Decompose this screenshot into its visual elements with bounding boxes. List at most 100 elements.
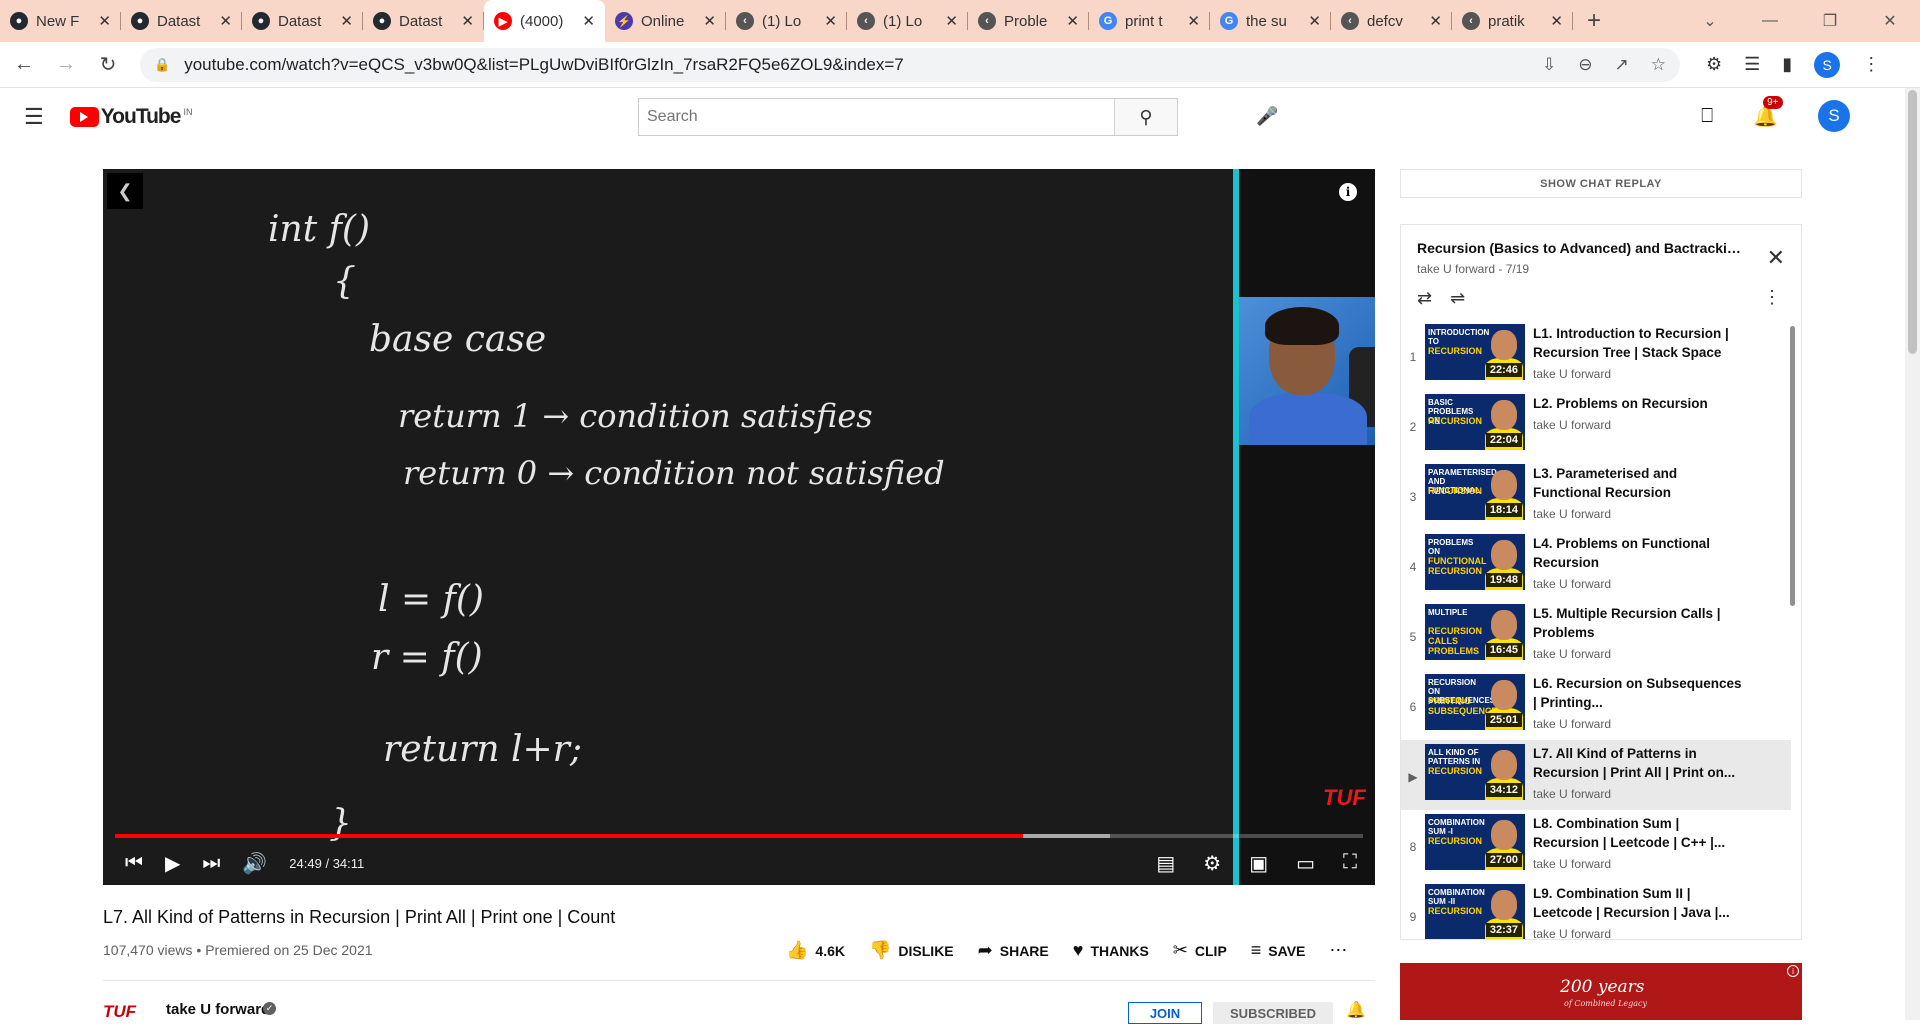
video-thumbnail[interactable]: INTRODUCTION TO RECURSION 22:46 xyxy=(1425,324,1525,380)
playlist-item[interactable]: 6 RECURSION ON SUBSEQUENCES PRINTING SUBSE… xyxy=(1401,670,1801,740)
reading-list-icon[interactable]: ☰ xyxy=(1744,54,1760,75)
save-playlist-button[interactable]: ≡ SAVE xyxy=(1251,940,1306,961)
search-input[interactable] xyxy=(639,99,1114,135)
tab-close-icon[interactable]: ✕ xyxy=(98,12,111,30)
youtube-logo[interactable]: YouTube IN xyxy=(69,105,192,129)
playlist-item-title[interactable]: L6. Recursion on Subsequences | Printing… xyxy=(1533,674,1743,712)
video-thumbnail[interactable]: MULTIPLE RECURSION CALLS PROBLEMS 16:45 xyxy=(1425,604,1525,660)
share-button[interactable]: ➦ SHARE xyxy=(978,940,1049,961)
tab-close-icon[interactable]: ✕ xyxy=(945,12,958,30)
playlist-title[interactable]: Recursion (Basics to Advanced) and Bactr… xyxy=(1417,240,1747,256)
playlist-item[interactable]: ▶ ALL KIND OF PATTERNS IN RECURSION 34:12 L7… xyxy=(1401,740,1791,810)
tab-close-icon[interactable]: ✕ xyxy=(1066,12,1079,30)
new-tab-button[interactable]: + xyxy=(1573,0,1615,42)
playlist-scrollbar[interactable] xyxy=(1790,326,1795,606)
bookmark-star-icon[interactable]: ☆ xyxy=(1651,55,1666,75)
thumbs-up-button[interactable]: 👍 4.6K xyxy=(786,940,845,961)
playlist-item[interactable]: 4 PROBLEMS ON FUNCTIONAL RECURSION 19:48 L4.… xyxy=(1401,530,1801,600)
tab-close-icon[interactable]: ✕ xyxy=(340,12,353,30)
video-thumbnail[interactable]: ALL KIND OF PATTERNS IN RECURSION 34:12 xyxy=(1425,744,1525,800)
notifications-bell-icon[interactable]: 🔔 9+ xyxy=(1753,95,1783,129)
url-text[interactable]: youtube.com/watch?v=eQCS_v3bw0Q&list=PLg… xyxy=(184,55,1542,75)
show-chat-replay-button[interactable]: SHOW CHAT REPLAY xyxy=(1400,169,1802,198)
subtitles-icon[interactable]: ▤ xyxy=(1156,851,1175,876)
loop-icon[interactable]: ⇄ xyxy=(1417,288,1432,309)
playlist-item[interactable]: 2 BASIC PROBLEMS ON RECURSION 22:04 L2. Prob… xyxy=(1401,390,1801,460)
video-thumbnail[interactable]: PROBLEMS ON FUNCTIONAL RECURSION 19:48 xyxy=(1425,534,1525,590)
more-actions-icon[interactable]: ⋯ xyxy=(1329,940,1347,961)
browser-tab[interactable]: ⚡ Online ✕ xyxy=(605,0,726,42)
thanks-button[interactable]: ♥ THANKS xyxy=(1073,940,1149,961)
playlist-item[interactable]: 1 INTRODUCTION TO RECURSION 22:46 L1. Introd… xyxy=(1401,320,1801,390)
play-icon[interactable]: ▶ xyxy=(165,851,180,876)
video-player[interactable]: int f() { base case return 1 → condition… xyxy=(103,169,1375,885)
playlist-item-title[interactable]: L5. Multiple Recursion Calls | Problems xyxy=(1533,604,1743,642)
tab-close-icon[interactable]: ✕ xyxy=(1187,12,1200,30)
lock-icon[interactable]: 🔒 xyxy=(154,57,170,73)
info-icon[interactable]: i xyxy=(1339,183,1357,201)
microphone-icon[interactable]: 🎤 xyxy=(1256,106,1278,127)
video-thumbnail[interactable]: BASIC PROBLEMS ON RECURSION 22:04 xyxy=(1425,394,1525,450)
browser-tab[interactable]: ● Datast ✕ xyxy=(121,0,242,42)
browser-tab[interactable]: ● New F ✕ xyxy=(0,0,121,42)
video-thumbnail[interactable]: RECURSION ON SUBSEQUENCES PRINTING SUBSEQ… xyxy=(1425,674,1525,730)
tab-close-icon[interactable]: ✕ xyxy=(703,12,716,30)
browser-profile-avatar[interactable]: S xyxy=(1814,51,1841,78)
zoom-icon[interactable]: ⊖ xyxy=(1578,55,1592,75)
browser-tab[interactable]: ● Datast ✕ xyxy=(363,0,484,42)
install-icon[interactable]: ⇩ xyxy=(1542,55,1556,75)
browser-tab[interactable]: ‹ Proble ✕ xyxy=(968,0,1089,42)
playlist-item-title[interactable]: L2. Problems on Recursion xyxy=(1533,394,1743,413)
playlist-menu-icon[interactable]: ⋮ xyxy=(1763,287,1781,308)
tab-close-icon[interactable]: ✕ xyxy=(219,12,232,30)
browser-tab[interactable]: ‹ (1) Lo ✕ xyxy=(726,0,847,42)
back-arrow-icon[interactable]: ← xyxy=(6,47,42,83)
playlist-item-title[interactable]: L7. All Kind of Patterns in Recursion | … xyxy=(1533,744,1743,782)
tab-close-icon[interactable]: ✕ xyxy=(582,12,595,30)
restore-button[interactable]: ❐ xyxy=(1800,0,1860,42)
channel-name[interactable]: take U forward xyxy=(166,1001,270,1018)
extensions-icon[interactable]: ⚙ xyxy=(1706,54,1722,75)
playlist-item-channel[interactable]: take U forward xyxy=(1533,367,1743,381)
search-icon[interactable]: ⚲ xyxy=(1114,99,1177,135)
theater-mode-icon[interactable]: ▭ xyxy=(1296,851,1315,876)
side-panel-icon[interactable]: ▮ xyxy=(1782,54,1792,75)
playlist-item-title[interactable]: L8. Combination Sum | Recursion | Leetco… xyxy=(1533,814,1743,852)
playlist-item-channel[interactable]: take U forward xyxy=(1533,647,1743,661)
ad-info-icon[interactable]: i xyxy=(1787,965,1799,977)
browser-tab[interactable]: Gprint t ✕ xyxy=(1089,0,1210,42)
tab-close-icon[interactable]: ✕ xyxy=(1429,12,1442,30)
subscription-bell-icon[interactable]: 🔔 xyxy=(1346,1000,1366,1020)
playlist-item-channel[interactable]: take U forward xyxy=(1533,717,1743,731)
tab-close-icon[interactable]: ✕ xyxy=(824,12,837,30)
shuffle-icon[interactable]: ⇌ xyxy=(1450,288,1465,309)
playlist-item[interactable]: 8 COMBINATION SUM -I RECURSION 27:00 L8. Com… xyxy=(1401,810,1801,880)
playlist-item[interactable]: 3 PARAMETERISED AND FUNCTIONAL RECURSION 18… xyxy=(1401,460,1801,530)
chevron-left-icon[interactable]: ❮ xyxy=(107,173,143,209)
account-avatar[interactable]: S xyxy=(1818,100,1850,132)
tab-close-icon[interactable]: ✕ xyxy=(1308,12,1321,30)
video-thumbnail[interactable]: COMBINATION SUM -I RECURSION 27:00 xyxy=(1425,814,1525,870)
forward-arrow-icon[interactable]: → xyxy=(48,47,84,83)
ad-banner[interactable]: 200 years of Combined Legacy i xyxy=(1400,963,1802,1020)
close-window-button[interactable]: ✕ xyxy=(1860,0,1920,42)
video-thumbnail[interactable]: COMBINATION SUM -II RECURSION 32:37 xyxy=(1425,884,1525,939)
page-scrollbar[interactable] xyxy=(1905,88,1920,1020)
subscribed-button[interactable]: SUBSCRIBED xyxy=(1213,1002,1333,1024)
playlist-item-title[interactable]: L3. Parameterised and Functional Recursi… xyxy=(1533,464,1743,502)
next-icon[interactable]: ⏭ xyxy=(202,852,220,875)
fullscreen-icon[interactable]: ⛶ xyxy=(1343,851,1357,876)
miniplayer-icon[interactable]: ▣ xyxy=(1249,851,1268,876)
playlist-item-title[interactable]: L9. Combination Sum II | Leetcode | Recu… xyxy=(1533,884,1743,922)
browser-menu-icon[interactable]: ⋮ xyxy=(1862,54,1880,75)
close-icon[interactable]: ✕ xyxy=(1767,245,1785,271)
browser-tab[interactable]: Gthe su ✕ xyxy=(1210,0,1331,42)
scissors-button[interactable]: ✂ CLIP xyxy=(1173,940,1227,961)
reload-icon[interactable]: ↻ xyxy=(90,47,126,83)
settings-gear-icon[interactable]: ⚙ xyxy=(1203,851,1221,876)
address-bar[interactable]: 🔒 youtube.com/watch?v=eQCS_v3bw0Q&list=P… xyxy=(140,47,1680,82)
join-button[interactable]: JOIN xyxy=(1128,1002,1202,1024)
video-thumbnail[interactable]: PARAMETERISED AND FUNCTIONAL RECURSION 18:… xyxy=(1425,464,1525,520)
tab-close-icon[interactable]: ✕ xyxy=(1550,12,1563,30)
playlist-item-channel[interactable]: take U forward xyxy=(1533,927,1743,939)
